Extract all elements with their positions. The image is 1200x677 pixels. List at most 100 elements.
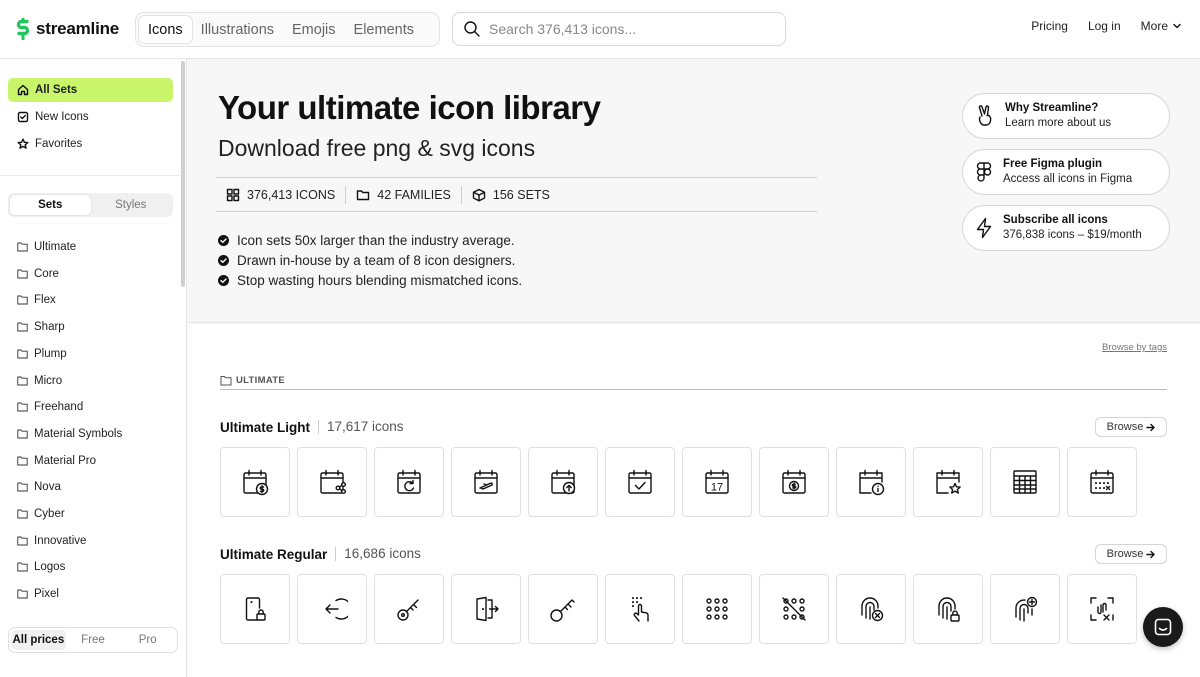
browse-by-tags-link[interactable]: Browse by tags <box>1102 342 1167 353</box>
icon-tile[interactable]: 17 <box>682 447 752 517</box>
icon-tile[interactable] <box>297 447 367 517</box>
icon-tile[interactable] <box>913 574 983 644</box>
sidebar-set-ultimate[interactable]: Ultimate <box>17 238 76 256</box>
sidebar-set-pixel[interactable]: Pixel <box>17 585 59 603</box>
sidebar-item-all-sets[interactable]: All Sets <box>8 78 173 102</box>
stat-label: 156 SETS <box>492 187 550 202</box>
icon-tile[interactable] <box>528 574 598 644</box>
icon-tile[interactable] <box>913 447 983 517</box>
check-circle-icon <box>218 234 229 246</box>
arrow-right-icon <box>1146 423 1156 431</box>
tab-styles[interactable]: Styles <box>91 195 172 215</box>
icon-tile[interactable] <box>374 574 444 644</box>
tab-sets[interactable]: Sets <box>10 195 91 215</box>
chat-support-button[interactable] <box>1143 607 1183 647</box>
sidebar-set-flex[interactable]: Flex <box>17 291 56 309</box>
icon-tile[interactable] <box>220 574 290 644</box>
sidebar-set-label: Freehand <box>34 401 84 414</box>
tab-illustrations[interactable]: Illustrations <box>192 16 283 43</box>
tab-icons[interactable]: Icons <box>139 16 192 43</box>
logo[interactable]: streamline <box>16 17 119 41</box>
subscribe-card[interactable]: Subscribe all icons 376,838 icons – $19/… <box>962 205 1170 251</box>
sidebar-set-cyber[interactable]: Cyber <box>17 505 65 523</box>
sidebar-item-favorites[interactable]: Favorites <box>8 132 173 156</box>
icon-tile[interactable] <box>990 447 1060 517</box>
calendar-refresh-icon <box>397 469 421 494</box>
calendar-share-icon <box>320 469 347 495</box>
sidebar-set-label: Flex <box>34 294 56 307</box>
icon-tile[interactable] <box>1067 574 1137 644</box>
price-all[interactable]: All prices <box>11 630 66 650</box>
icon-tile[interactable] <box>836 574 906 644</box>
calendar-plane-icon <box>474 469 498 494</box>
calendar-star-icon <box>936 469 961 494</box>
search-box[interactable] <box>452 12 786 46</box>
keypad-icon <box>706 598 728 620</box>
icon-tile[interactable] <box>605 574 675 644</box>
icon-tile[interactable] <box>990 574 1060 644</box>
icon-tile[interactable] <box>220 447 290 517</box>
stats-bar: 376,413 ICONS 42 FAMILIES 156 SETS <box>216 177 817 212</box>
tab-elements[interactable]: Elements <box>345 16 423 43</box>
family-header: ULTIMATE <box>220 371 1167 390</box>
sidebar-set-micro[interactable]: Micro <box>17 372 62 390</box>
browse-label: Browse <box>1106 548 1144 560</box>
icon-tile[interactable] <box>297 574 367 644</box>
set-name[interactable]: Ultimate Light <box>220 420 310 435</box>
pricing-link[interactable]: Pricing <box>1031 19 1068 33</box>
sidebar-set-innovative[interactable]: Innovative <box>17 532 86 550</box>
icon-tile[interactable] <box>836 447 906 517</box>
icon-tile[interactable] <box>528 447 598 517</box>
check-circle-icon <box>218 274 229 286</box>
sidebar-item-new-icons[interactable]: New Icons <box>8 105 173 129</box>
keypad-off-icon <box>782 597 806 621</box>
feature-item: Stop wasting hours blending mismatched i… <box>218 270 522 290</box>
sidebar-item-label: All Sets <box>35 84 78 96</box>
sidebar-set-logos[interactable]: Logos <box>17 558 65 576</box>
price-pro[interactable]: Pro <box>120 630 175 650</box>
sidebar-set-label: Plump <box>34 347 67 360</box>
search-input[interactable] <box>489 21 769 37</box>
face-id-x-icon <box>1090 597 1114 621</box>
grid-icon <box>226 188 240 201</box>
set-count: 16,686 icons <box>335 547 421 561</box>
sidebar-set-freehand[interactable]: Freehand <box>17 398 83 416</box>
top-bar: streamline Icons Illustrations Emojis El… <box>0 0 1200 59</box>
feature-text: Stop wasting hours blending mismatched i… <box>237 272 523 288</box>
icon-tile[interactable] <box>374 447 444 517</box>
browse-button[interactable]: Browse <box>1095 417 1167 437</box>
fingerprint-lock-icon <box>938 597 960 622</box>
tab-emojis[interactable]: Emojis <box>283 16 345 43</box>
why-streamline-card[interactable]: Why Streamline? Learn more about us <box>962 93 1170 139</box>
page-subtitle: Download free png & svg icons <box>218 135 536 161</box>
asset-type-tabs: Icons Illustrations Emojis Elements <box>135 12 440 47</box>
sidebar-set-sharp[interactable]: Sharp <box>17 318 65 336</box>
sidebar-set-material-symbols[interactable]: Material Symbols <box>17 425 122 443</box>
sidebar-set-core[interactable]: Core <box>17 265 59 283</box>
sidebar-set-label: Nova <box>34 481 61 494</box>
icon-grid-ultimate-light: 17 <box>220 447 1137 517</box>
icon-tile[interactable] <box>1067 447 1137 517</box>
sidebar-scrollbar[interactable] <box>181 61 185 287</box>
folder-icon <box>17 349 28 359</box>
sidebar-set-plump[interactable]: Plump <box>17 345 67 363</box>
login-link[interactable]: Log in <box>1088 19 1121 33</box>
browse-button[interactable]: Browse <box>1095 544 1167 564</box>
folder-icon <box>17 456 28 466</box>
icon-tile[interactable] <box>759 447 829 517</box>
set-name[interactable]: Ultimate Regular <box>220 547 327 562</box>
icon-tile[interactable] <box>605 447 675 517</box>
icon-tile[interactable] <box>451 447 521 517</box>
streamline-logo-icon <box>16 18 30 40</box>
sidebar-set-material-pro[interactable]: Material Pro <box>17 452 96 470</box>
icon-tile[interactable] <box>451 574 521 644</box>
icon-tile[interactable] <box>759 574 829 644</box>
figma-plugin-card[interactable]: Free Figma plugin Access all icons in Fi… <box>962 149 1170 195</box>
sidebar-set-nova[interactable]: Nova <box>17 478 61 496</box>
price-free[interactable]: Free <box>66 630 121 650</box>
folder-icon <box>17 562 28 572</box>
more-menu[interactable]: More <box>1141 19 1182 33</box>
folder-icon <box>17 482 28 492</box>
icon-tile[interactable] <box>682 574 752 644</box>
stat-icons: 376,413 ICONS <box>216 186 345 204</box>
